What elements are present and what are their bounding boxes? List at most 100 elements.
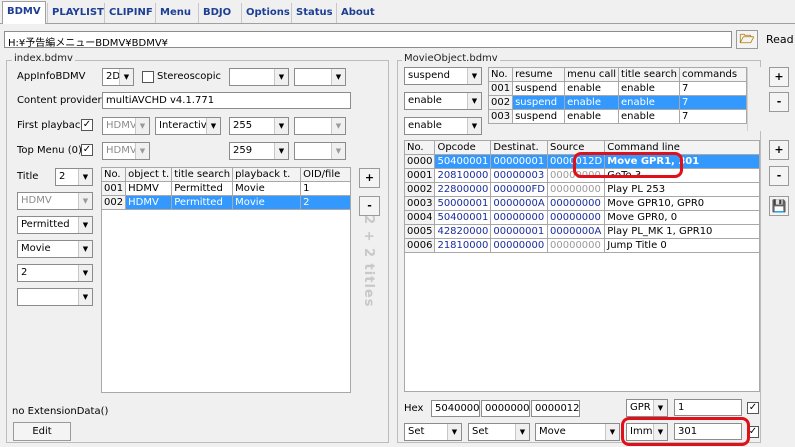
cell: 20810000 (434, 168, 492, 183)
tab-bdmv[interactable]: BDMV (2, 1, 46, 24)
table-row-selected[interactable]: 002 suspend enable enable 7 (487, 95, 748, 110)
extension-data-label: no ExtensionData() (12, 406, 109, 417)
remove-object-button[interactable]: - (769, 92, 789, 112)
add-title-button[interactable]: + (359, 168, 380, 188)
add-command-button[interactable]: + (769, 140, 789, 160)
title-type-combo[interactable]: HDMV ▼ (17, 192, 93, 210)
table-row[interactable]: 001 suspend enable enable 7 (487, 81, 748, 96)
hex-dest-input[interactable]: 00000001 (481, 400, 530, 417)
col-header[interactable]: playback t. (232, 167, 302, 182)
col-header[interactable]: commands (678, 67, 748, 82)
set-combo-1[interactable]: Set ▼ (404, 423, 462, 441)
tab-clipinf[interactable]: CLIPINF (104, 3, 157, 23)
tab-playlist[interactable]: PLAYLIST (47, 3, 108, 23)
tm-extra-combo[interactable]: ▼ (294, 142, 346, 160)
col-header[interactable]: title search (618, 67, 680, 82)
objects-scrollbar[interactable] (747, 67, 761, 131)
col-header[interactable]: OID/file (300, 167, 351, 182)
tab-bdjo[interactable]: BDJO (198, 3, 235, 23)
add-object-button[interactable]: + (769, 67, 789, 87)
cell: 42820000 (434, 224, 492, 239)
stereo-combo-1[interactable]: ▼ (229, 68, 289, 86)
appinfo-combo[interactable]: 2D ▼ (102, 68, 134, 86)
gpr-value-input[interactable]: 1 (674, 399, 742, 416)
cell: suspend (512, 95, 566, 110)
table-row[interactable]: 003 suspend enable enable 7 (487, 109, 748, 124)
tab-menu[interactable]: Menu (155, 3, 195, 23)
tab-options[interactable]: Options (241, 3, 294, 23)
title-extra-combo[interactable]: ▼ (17, 288, 93, 306)
col-header[interactable]: title search (171, 167, 234, 182)
fp-mode-combo[interactable]: Interactive ▼ (155, 117, 221, 135)
title-combo[interactable]: 2 ▼ (55, 168, 93, 186)
col-header[interactable]: menu call (564, 67, 620, 82)
fp-extra-combo[interactable]: ▼ (294, 117, 346, 135)
cell: Play PL 253 (604, 182, 760, 197)
table-row[interactable]: 001 HDMV Permitted Movie 1 (100, 181, 351, 196)
cell: 0002 (403, 182, 436, 197)
title-search-combo[interactable]: enable ▼ (404, 117, 482, 135)
title-playback-combo[interactable]: Movie ▼ (17, 240, 93, 258)
col-header[interactable]: object t. (125, 167, 173, 182)
remove-title-button[interactable]: - (359, 196, 380, 216)
fp-type-combo[interactable]: HDMV ▼ (102, 117, 150, 135)
move-combo[interactable]: Move ▼ (535, 423, 620, 441)
cell: 21810000 (434, 238, 492, 253)
remove-command-button[interactable]: - (769, 166, 789, 186)
hex-src-input[interactable]: 0000012D (531, 400, 580, 417)
table-row[interactable]: 0003 50000001 0000000A 00000000 Move GPR… (403, 196, 760, 211)
cell: Movie (232, 181, 302, 196)
stereo-combo-2[interactable]: ▼ (294, 68, 346, 86)
path-input[interactable]: H:¥予告編メニューBDMV¥BDMV¥ (4, 31, 732, 48)
set-combo-2[interactable]: Set ▼ (468, 423, 530, 441)
chevron-down-icon: ▼ (78, 241, 92, 257)
content-provider-input[interactable]: multiAVCHD v4.1.771 (102, 92, 351, 109)
chevron-down-icon: ▼ (605, 424, 619, 440)
col-header[interactable]: No. (403, 140, 436, 155)
save-icon[interactable]: 💾 (769, 196, 789, 216)
gpr-combo[interactable]: GPR ▼ (626, 399, 668, 417)
table-row[interactable]: 0002 22800000 000000FD 00000000 Play PL … (403, 182, 760, 197)
gpr-checkbox[interactable]: ✓ (747, 402, 759, 414)
top-menu-label: Top Menu (0) (17, 145, 82, 156)
title-object-combo[interactable]: 2 ▼ (17, 264, 93, 282)
chevron-down-icon: ▼ (515, 424, 529, 440)
tab-about[interactable]: About (336, 3, 379, 23)
resume-combo[interactable]: suspend ▼ (404, 67, 482, 85)
menu-call-combo[interactable]: enable ▼ (404, 92, 482, 110)
chevron-down-icon: ▼ (274, 143, 288, 159)
col-header[interactable]: No. (100, 167, 127, 182)
tab-status[interactable]: Status (291, 3, 337, 23)
cell: 2 (300, 195, 351, 210)
cell: 00000001 (490, 154, 548, 169)
cell: enable (618, 81, 680, 96)
table-row[interactable]: 0006 21810000 00000000 00000000 Jump Tit… (403, 238, 760, 253)
cell: 1 (300, 181, 351, 196)
cell: 50400001 (434, 210, 492, 225)
top-menu-checkbox[interactable]: ✓ (81, 144, 93, 156)
title-permit-combo[interactable]: Permitted ▼ (17, 216, 93, 234)
table-row[interactable]: 0005 42820000 00000001 0000000A Play PL_… (403, 224, 760, 239)
stereoscopic-label: Stereoscopic (157, 71, 222, 82)
chevron-down-icon: ▼ (206, 118, 220, 134)
first-playback-checkbox[interactable]: ✓ (81, 119, 93, 131)
cell: Permitted (171, 195, 234, 210)
cell: 7 (678, 95, 748, 110)
hex-opcode-input[interactable]: 50400001 (431, 400, 480, 417)
table-row[interactable]: 0004 50400001 00000000 00000000 Move GPR… (403, 210, 760, 225)
first-playback-label: First playback (17, 120, 87, 131)
read-button[interactable]: Read (766, 33, 794, 46)
col-header[interactable]: Opcode (434, 140, 492, 155)
edit-button[interactable]: Edit (13, 422, 71, 441)
cell: 001 (487, 81, 514, 96)
tm-type-combo[interactable]: HDMV ▼ (102, 142, 150, 160)
folder-open-icon[interactable]: 🗁 (736, 30, 758, 49)
fp-value-combo[interactable]: 255 ▼ (229, 117, 289, 135)
tm-value-combo[interactable]: 259 ▼ (229, 142, 289, 160)
cell: Movie (232, 195, 302, 210)
col-header[interactable]: Destinat. (490, 140, 548, 155)
stereoscopic-checkbox[interactable] (142, 71, 154, 83)
table-row-selected[interactable]: 002 HDMV Permitted Movie 2 (100, 195, 351, 210)
col-header[interactable]: No. (487, 67, 514, 82)
col-header[interactable]: resume (512, 67, 566, 82)
